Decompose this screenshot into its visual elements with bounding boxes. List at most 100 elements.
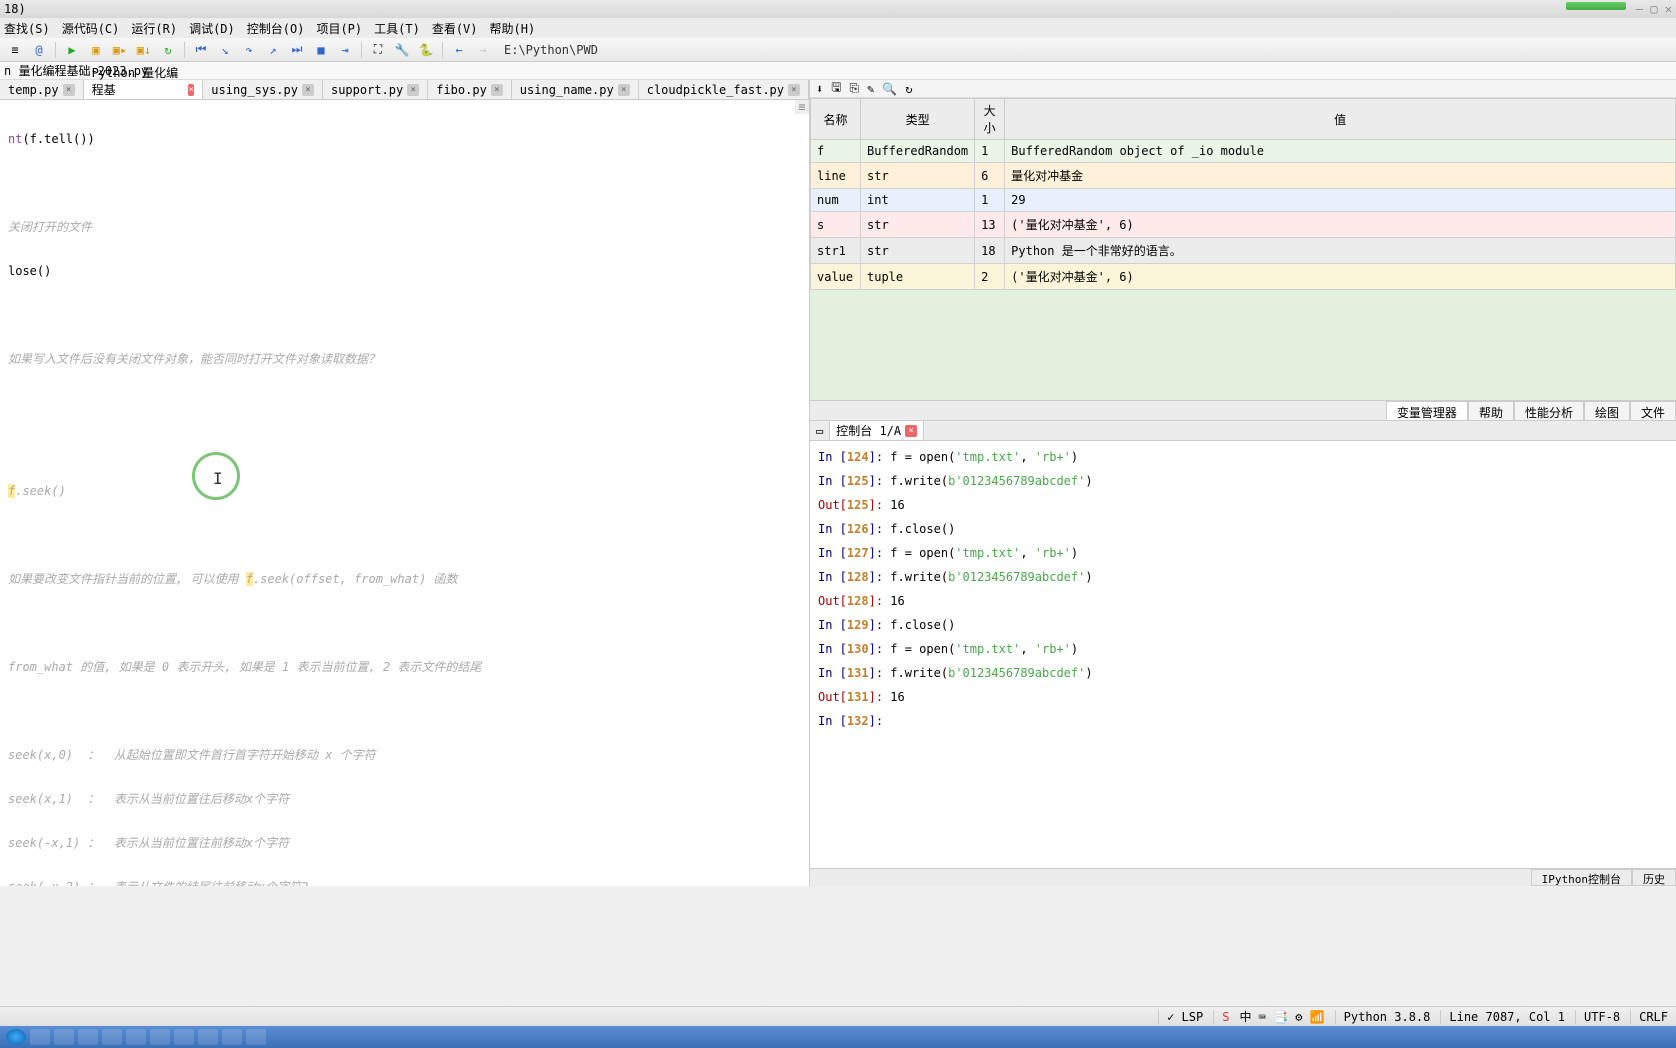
panel-tab[interactable]: 性能分析 xyxy=(1514,401,1584,420)
editor-tab[interactable]: using_name.py × xyxy=(512,80,639,99)
python-icon[interactable]: 🐍 xyxy=(415,40,437,60)
table-row[interactable]: fBufferedRandom1BufferedRandom object of… xyxy=(811,140,1676,163)
wrench-icon[interactable]: 🔧 xyxy=(391,40,413,60)
ime-icon[interactable]: S xyxy=(1213,1010,1229,1024)
back-icon[interactable]: ← xyxy=(448,40,470,60)
copy-icon[interactable]: ⎘ xyxy=(849,81,859,96)
close-icon[interactable]: × xyxy=(302,84,314,96)
editor-options-icon[interactable]: ≡ xyxy=(795,100,809,114)
table-row[interactable]: valuetuple2('量化对冲基金', 6) xyxy=(811,264,1676,290)
import-icon[interactable]: ⬇ xyxy=(816,82,823,96)
working-dir[interactable]: E:\Python\PWD xyxy=(504,43,598,57)
menu-item[interactable]: 查找(S) xyxy=(4,20,50,37)
search-icon[interactable]: 🔍 xyxy=(882,82,897,96)
editor-tab[interactable]: temp.py× xyxy=(0,80,84,99)
close-icon[interactable]: × xyxy=(63,84,75,96)
menu-icon[interactable]: ≡ xyxy=(4,40,26,60)
refresh-icon[interactable]: ↻ xyxy=(905,82,912,96)
main-toolbar: ≡ @ ▶ ▣ ▣▸ ▣↓ ↻ ⏮ ↘ ↷ ↗ ⏭ ■ ⇥ ⛶ 🔧 🐍 ← → … xyxy=(0,38,1676,62)
panel-tab[interactable]: 帮助 xyxy=(1468,401,1514,420)
main-split: temp.py×Python 量化编程基础-2023.py×using_sys.… xyxy=(0,80,1676,886)
erase-icon[interactable]: ✎ xyxy=(867,82,874,96)
step-over-icon[interactable]: ↷ xyxy=(238,40,260,60)
panel-tab[interactable]: 绘图 xyxy=(1584,401,1630,420)
menu-item[interactable]: 工具(T) xyxy=(374,20,420,37)
close-icon[interactable]: × xyxy=(618,84,630,96)
table-cell: s xyxy=(811,212,861,238)
menu-item[interactable]: 控制台(O) xyxy=(247,20,305,37)
variable-table[interactable]: 名称类型大小值 fBufferedRandom1BufferedRandom o… xyxy=(810,98,1676,400)
taskbar-item[interactable] xyxy=(102,1029,122,1045)
close-icon[interactable]: × xyxy=(905,425,917,437)
taskbar-item[interactable] xyxy=(78,1029,98,1045)
window-controls[interactable]: — ▢ ✕ xyxy=(1636,2,1672,16)
menu-item[interactable]: 查看(V) xyxy=(432,20,478,37)
run-selection-icon[interactable]: ▣↓ xyxy=(133,40,155,60)
tab-label: using_name.py xyxy=(520,83,614,97)
taskbar-item[interactable] xyxy=(198,1029,218,1045)
taskbar-item[interactable] xyxy=(54,1029,74,1045)
panel-tab[interactable]: 文件 xyxy=(1630,401,1676,420)
taskbar-item[interactable] xyxy=(174,1029,194,1045)
editor-pane: temp.py×Python 量化编程基础-2023.py×using_sys.… xyxy=(0,80,810,886)
menu-item[interactable]: 项目(P) xyxy=(316,20,362,37)
column-header[interactable]: 类型 xyxy=(861,99,975,140)
run-cell-next-icon[interactable]: ▣▸ xyxy=(109,40,131,60)
table-row[interactable]: str1str18Python 是一个非常好的语言。 xyxy=(811,238,1676,264)
table-row[interactable]: linestr6量化对冲基金 xyxy=(811,163,1676,189)
table-row[interactable]: sstr13('量化对冲基金', 6) xyxy=(811,212,1676,238)
status-icons[interactable]: 中 ⌨ 📑 ⚙ 📶 xyxy=(1239,1008,1324,1025)
at-icon[interactable]: @ xyxy=(28,40,50,60)
code-editor[interactable]: nt(f.tell()) 关闭打开的文件 lose() 如果写入文件后没有关闭文… xyxy=(0,100,809,886)
status-bar: ✓ LSP S 中 ⌨ 📑 ⚙ 📶 Python 3.8.8 Line 7087… xyxy=(0,1006,1676,1026)
menu-item[interactable]: 帮助(H) xyxy=(490,20,536,37)
editor-tab[interactable]: cloudpickle_fast.py× xyxy=(639,80,809,99)
taskbar-item[interactable] xyxy=(150,1029,170,1045)
panel-tab[interactable]: 变量管理器 xyxy=(1386,401,1468,420)
editor-tabs: temp.py×Python 量化编程基础-2023.py×using_sys.… xyxy=(0,80,809,100)
console-tab[interactable]: 控制台 1/A × xyxy=(829,420,924,441)
column-header[interactable]: 名称 xyxy=(811,99,861,140)
step-end-icon[interactable]: ⏭ xyxy=(286,40,308,60)
close-icon[interactable]: × xyxy=(788,84,800,96)
table-row[interactable]: numint129 xyxy=(811,189,1676,212)
bottom-tab[interactable]: 历史 xyxy=(1632,869,1676,886)
taskbar-item[interactable] xyxy=(222,1029,242,1045)
debug-exit-icon[interactable]: ⇥ xyxy=(334,40,356,60)
close-icon[interactable]: × xyxy=(188,84,194,96)
menu-item[interactable]: 调试(D) xyxy=(189,20,235,37)
start-icon[interactable] xyxy=(6,1029,26,1045)
reload-icon[interactable]: ↻ xyxy=(157,40,179,60)
taskbar-item[interactable] xyxy=(30,1029,50,1045)
close-icon[interactable]: × xyxy=(407,84,419,96)
menu-item[interactable]: 源代码(C) xyxy=(62,20,120,37)
console-menu-icon[interactable]: ▭ xyxy=(816,424,823,438)
stop-icon[interactable]: ■ xyxy=(310,40,332,60)
console-output[interactable]: In [124]: f = open('tmp.txt', 'rb+')In [… xyxy=(810,441,1676,868)
column-header[interactable]: 值 xyxy=(1005,99,1676,140)
cursor-position: Line 7087, Col 1 xyxy=(1440,1010,1565,1024)
table-cell: 29 xyxy=(1005,189,1676,212)
column-header[interactable]: 大小 xyxy=(975,99,1005,140)
run-cell-icon[interactable]: ▣ xyxy=(85,40,107,60)
taskbar-item[interactable] xyxy=(246,1029,266,1045)
bottom-tab[interactable]: IPython控制台 xyxy=(1531,869,1632,886)
step-start-icon[interactable]: ⏮ xyxy=(190,40,212,60)
table-cell: 13 xyxy=(975,212,1005,238)
save-icon[interactable]: 🖫 xyxy=(831,78,841,99)
fullscreen-icon[interactable]: ⛶ xyxy=(367,40,389,60)
console-tab-bar: ▭ 控制台 1/A × xyxy=(810,421,1676,441)
taskbar[interactable] xyxy=(0,1026,1676,1048)
variable-toolbar: ⬇ 🖫 ⎘ ✎ 🔍 ↻ xyxy=(810,80,1676,98)
step-out-icon[interactable]: ↗ xyxy=(262,40,284,60)
editor-tab[interactable]: fibo.py× xyxy=(428,80,512,99)
menu-item[interactable]: 运行(R) xyxy=(131,20,177,37)
run-icon[interactable]: ▶ xyxy=(61,40,83,60)
close-icon[interactable]: × xyxy=(491,84,503,96)
step-into-icon[interactable]: ↘ xyxy=(214,40,236,60)
editor-tab[interactable]: Python 量化编程基础-2023.py× xyxy=(84,80,204,99)
editor-tab[interactable]: support.py× xyxy=(323,80,428,99)
separator xyxy=(55,42,56,58)
editor-tab[interactable]: using_sys.py× xyxy=(203,80,323,99)
taskbar-item[interactable] xyxy=(126,1029,146,1045)
